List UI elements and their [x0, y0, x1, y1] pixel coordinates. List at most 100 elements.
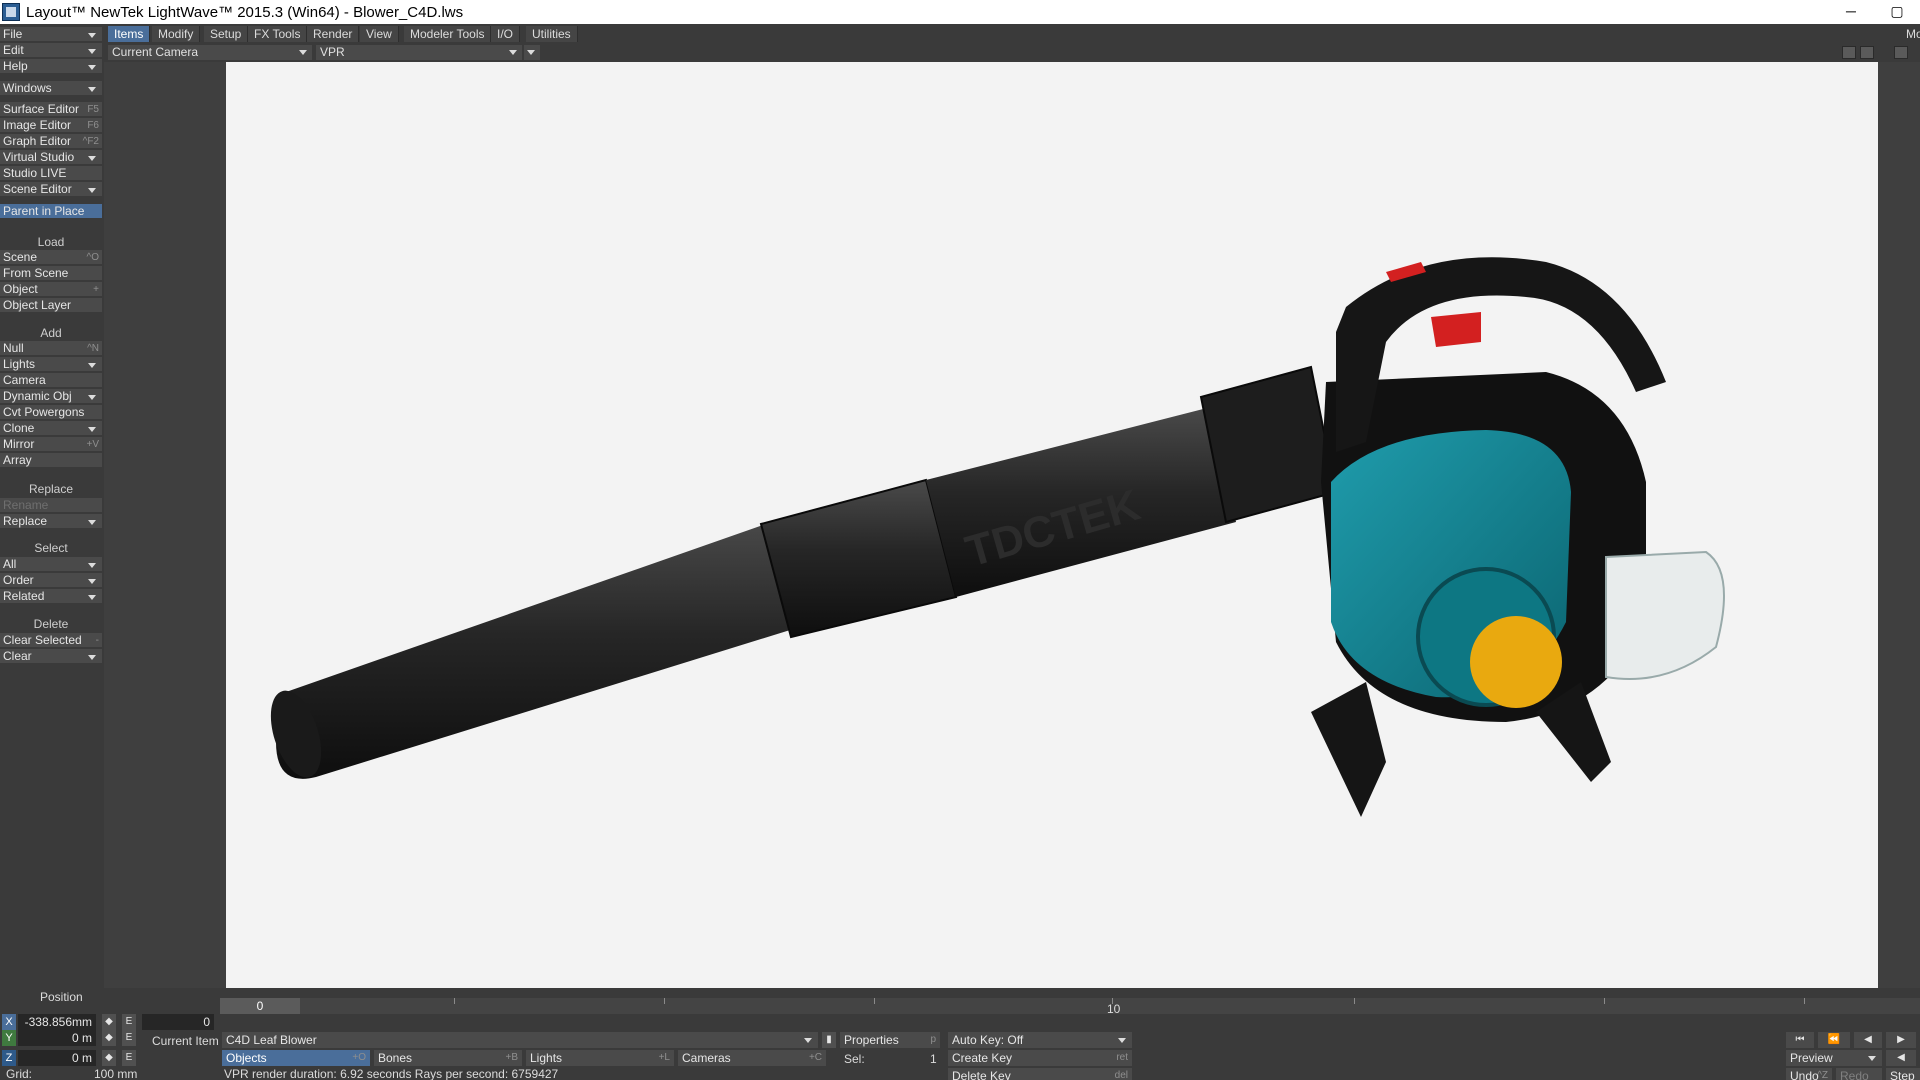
array-label: Array: [3, 453, 32, 467]
chevron-down-icon: [1868, 1056, 1876, 1061]
chevron-down-icon: [1118, 1038, 1126, 1043]
tab-setup[interactable]: Setup: [204, 26, 249, 42]
tab-utilities[interactable]: Utilities: [526, 26, 578, 42]
step-button[interactable]: Step: [1886, 1068, 1920, 1080]
select-order-menu[interactable]: Order: [0, 573, 102, 588]
objects-mode-button[interactable]: Objects +O: [222, 1050, 370, 1066]
viewport-options-dropdown[interactable]: [524, 45, 540, 60]
chevron-down-icon: [88, 655, 96, 660]
tab-io[interactable]: I/O: [491, 26, 521, 42]
tab-modes[interactable]: Mo: [1900, 26, 1920, 42]
y-nudge-icon[interactable]: ◆: [102, 1030, 116, 1046]
x-position-input[interactable]: -338.856mm: [18, 1014, 96, 1030]
edit-menu[interactable]: Edit: [0, 43, 102, 58]
x-envelope-button[interactable]: E: [122, 1014, 136, 1030]
add-lights-menu[interactable]: Lights: [0, 357, 102, 372]
add-dynamic-obj-menu[interactable]: Dynamic Obj: [0, 389, 102, 404]
replace-menu[interactable]: Replace: [0, 514, 102, 529]
maximize-viewport-icon[interactable]: [1860, 46, 1874, 59]
clone-menu[interactable]: Clone: [0, 421, 102, 436]
related-label: Related: [3, 589, 45, 603]
lights-mode-button[interactable]: Lights +L: [526, 1050, 674, 1066]
z-envelope-button[interactable]: E: [122, 1050, 136, 1066]
list-icon[interactable]: [1842, 46, 1856, 59]
shortcut-label: +: [93, 284, 99, 295]
properties-button[interactable]: Properties p: [840, 1032, 940, 1048]
auto-key-value: Auto Key: Off: [952, 1033, 1024, 1047]
array-button[interactable]: Array: [0, 453, 102, 468]
cameras-mode-button[interactable]: Cameras +C: [678, 1050, 826, 1066]
y-envelope-button[interactable]: E: [122, 1030, 136, 1046]
scene-editor-menu[interactable]: Scene Editor: [0, 182, 102, 197]
restore-button[interactable]: ▢: [1874, 0, 1920, 24]
chevron-down-icon: [88, 395, 96, 400]
create-key-button[interactable]: Create Key ret: [948, 1050, 1132, 1066]
load-object-button[interactable]: Object +: [0, 282, 102, 297]
tab-render[interactable]: Render: [307, 26, 360, 42]
undo-label: Undo: [1790, 1069, 1819, 1080]
undo-button[interactable]: Undo ^Z: [1786, 1068, 1832, 1080]
select-related-menu[interactable]: Related: [0, 589, 102, 604]
tab-fx-tools[interactable]: FX Tools: [248, 26, 308, 42]
graph-editor-button[interactable]: Graph Editor ^F2: [0, 134, 102, 149]
shortcut-label: +B: [505, 1052, 518, 1063]
tab-items[interactable]: Items: [108, 26, 151, 42]
image-editor-button[interactable]: Image Editor F6: [0, 118, 102, 133]
minimize-button[interactable]: ─: [1828, 0, 1874, 24]
delete-key-button[interactable]: Delete Key del: [948, 1068, 1132, 1080]
play-reverse-icon[interactable]: ◀: [1854, 1032, 1882, 1048]
add-camera-button[interactable]: Camera: [0, 373, 102, 388]
play-forward-icon[interactable]: ▶: [1886, 1032, 1916, 1048]
help-menu[interactable]: Help: [0, 59, 102, 74]
preview-select[interactable]: Preview: [1786, 1050, 1882, 1066]
go-to-start-icon[interactable]: ⏮: [1786, 1032, 1814, 1048]
x-nudge-icon[interactable]: ◆: [102, 1014, 116, 1030]
clear-selected-button[interactable]: Clear Selected -: [0, 633, 102, 648]
z-position-input[interactable]: 0 m: [18, 1050, 96, 1066]
clear-menu[interactable]: Clear: [0, 649, 102, 664]
select-all-menu[interactable]: All: [0, 557, 102, 572]
parent-in-place-toggle[interactable]: Parent in Place: [0, 204, 102, 219]
order-label: Order: [3, 573, 34, 587]
bones-mode-button[interactable]: Bones +B: [374, 1050, 522, 1066]
chevron-down-icon: [299, 50, 307, 55]
object-layer-label: Object Layer: [3, 298, 72, 312]
windows-menu[interactable]: Windows: [0, 81, 102, 96]
load-scene-button[interactable]: Scene ^O: [0, 250, 102, 265]
chevron-down-icon: [804, 1038, 812, 1043]
clear-label: Clear: [3, 649, 32, 663]
viewport-layout-icon[interactable]: [1894, 46, 1908, 59]
shortcut-label: +C: [808, 1052, 822, 1063]
load-from-scene-button[interactable]: From Scene: [0, 266, 102, 281]
load-object-layer-button[interactable]: Object Layer: [0, 298, 102, 313]
studio-live-button[interactable]: Studio LIVE: [0, 166, 102, 181]
delete-key-label: Delete Key: [952, 1069, 1011, 1080]
z-nudge-icon[interactable]: ◆: [102, 1050, 116, 1066]
tab-modeler-tools[interactable]: Modeler Tools: [404, 26, 492, 42]
virtual-studio-menu[interactable]: Virtual Studio: [0, 150, 102, 165]
render-mode-select[interactable]: VPR: [316, 45, 522, 60]
tab-modify[interactable]: Modify: [152, 26, 201, 42]
step-back-icon[interactable]: ⏪: [1818, 1032, 1850, 1048]
view-type-select[interactable]: Current Camera: [108, 45, 312, 60]
add-null-button[interactable]: Null ^N: [0, 341, 102, 356]
item-toggle-icon[interactable]: ▮: [822, 1032, 836, 1048]
rename-button[interactable]: Rename: [0, 498, 102, 513]
tab-view[interactable]: View: [360, 26, 399, 42]
previous-key-icon[interactable]: ◀: [1886, 1050, 1916, 1066]
chevron-down-icon: [88, 595, 96, 600]
mirror-button[interactable]: Mirror +V: [0, 437, 102, 452]
file-menu[interactable]: File: [0, 27, 102, 42]
chevron-down-icon: [88, 87, 96, 92]
y-position-input[interactable]: 0 m: [18, 1030, 96, 1046]
bones-label: Bones: [378, 1051, 413, 1065]
frame-input[interactable]: 0: [142, 1014, 214, 1030]
current-item-select[interactable]: C4D Leaf Blower: [222, 1032, 818, 1048]
surface-editor-button[interactable]: Surface Editor F5: [0, 102, 102, 117]
cvt-powergons-label: Cvt Powergons: [3, 405, 85, 419]
camera-viewport[interactable]: TDCTEK: [226, 62, 1878, 988]
sel-value: 1: [930, 1052, 937, 1066]
redo-button[interactable]: Redo: [1836, 1068, 1882, 1080]
auto-key-select[interactable]: Auto Key: Off: [948, 1032, 1132, 1048]
cvt-powergons-button[interactable]: Cvt Powergons: [0, 405, 102, 420]
